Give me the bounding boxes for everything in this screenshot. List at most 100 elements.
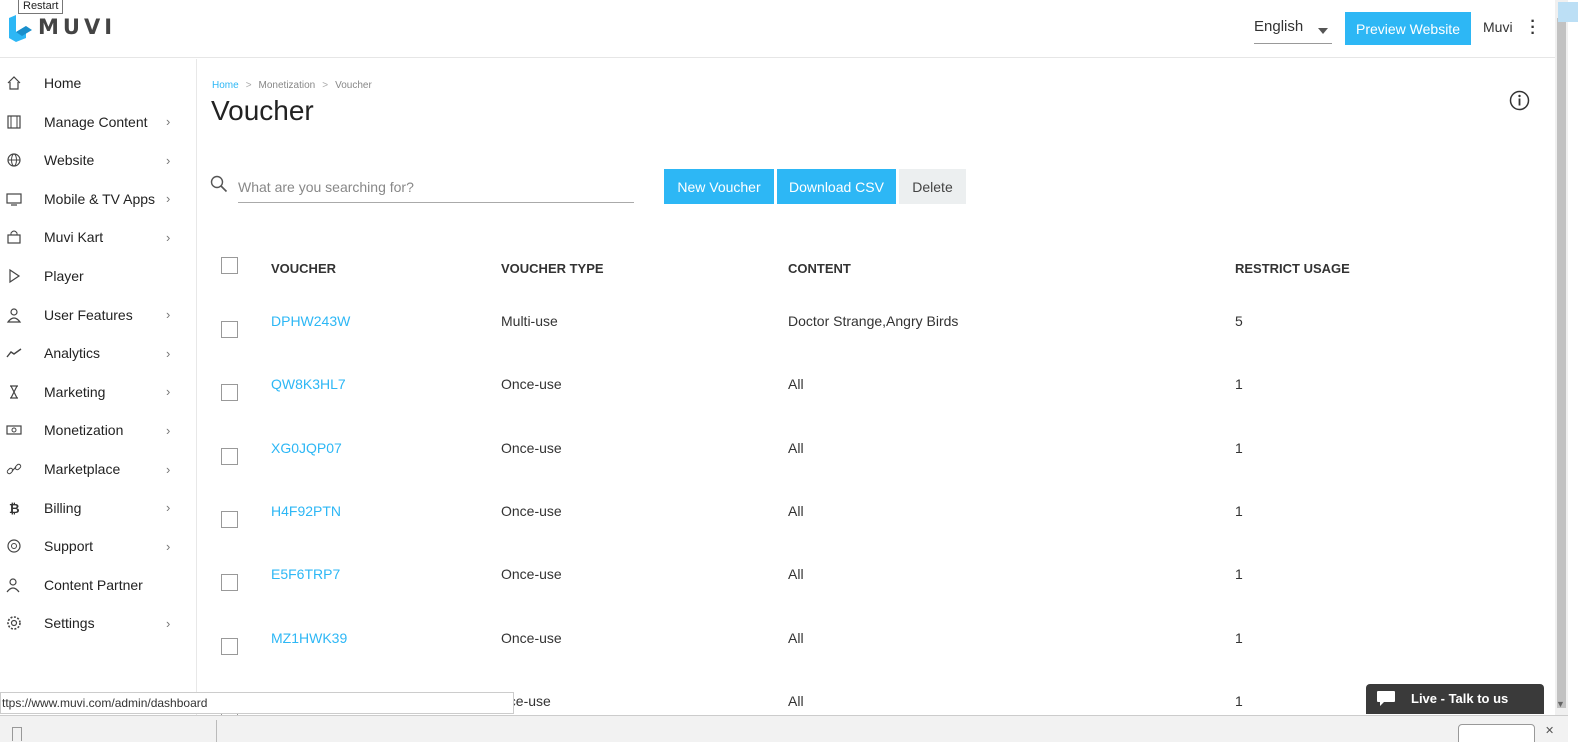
sidebar-item-monetization[interactable]: Monetization › xyxy=(0,411,196,449)
sidebar-item-marketplace[interactable]: Marketplace › xyxy=(0,450,196,488)
sidebar-item-label: Home xyxy=(44,75,82,91)
monitor-icon xyxy=(6,191,22,207)
voucher-code-link[interactable]: DPHW243W xyxy=(271,313,350,329)
sidebar-item-label: Player xyxy=(44,268,84,284)
row-checkbox[interactable] xyxy=(221,574,238,592)
sidebar-item-label: User Features xyxy=(44,306,133,323)
live-chat-label: Live - Talk to us xyxy=(1411,691,1509,706)
chevron-right-icon: › xyxy=(166,307,171,323)
partner-icon xyxy=(6,577,22,593)
bitcoin-icon: ₿ xyxy=(6,500,22,516)
voucher-type-cell: Multi-use xyxy=(501,313,558,329)
user-name[interactable]: Muvi xyxy=(1483,19,1513,35)
column-header-voucher[interactable]: VOUCHER xyxy=(271,261,336,276)
language-value: English xyxy=(1254,18,1304,35)
search-input[interactable] xyxy=(238,172,634,203)
add-widget-icon[interactable] xyxy=(1558,2,1578,22)
sidebar-item-label: Manage Content xyxy=(44,113,148,130)
muvi-logo[interactable]: MUVI xyxy=(6,12,116,42)
voucher-code-link[interactable]: MZ1HWK39 xyxy=(271,630,347,646)
sidebar-item-billing[interactable]: ₿ Billing › xyxy=(0,489,196,527)
voucher-code-link[interactable]: XG0JQP07 xyxy=(271,440,342,456)
sidebar-item-label: Analytics xyxy=(44,345,101,362)
status-url: ttps://www.muvi.com/admin/dashboard xyxy=(0,692,514,714)
divider xyxy=(216,720,217,742)
sidebar-item-label: Billing xyxy=(44,499,82,516)
sidebar-item-label: Content Partner xyxy=(44,576,143,593)
hourglass-icon xyxy=(6,384,22,400)
chevron-right-icon: › xyxy=(166,229,171,245)
sidebar-item-user-features[interactable]: User Features › xyxy=(0,296,196,334)
chat-bubble-icon xyxy=(1377,691,1395,706)
document-icon[interactable] xyxy=(12,727,22,741)
row-checkbox[interactable] xyxy=(221,447,238,465)
show-all-button[interactable] xyxy=(1458,724,1535,742)
chevron-right-icon: › xyxy=(166,191,171,207)
sidebar-item-label: Monetization xyxy=(44,422,124,439)
row-checkbox[interactable] xyxy=(221,637,238,655)
info-icon[interactable] xyxy=(1509,90,1530,111)
sidebar-item-content-partner[interactable]: Content Partner xyxy=(0,566,196,604)
delete-button[interactable]: Delete xyxy=(899,169,966,204)
sidebar-item-label: Website xyxy=(44,152,95,169)
voucher-type-cell: Once-use xyxy=(501,629,562,646)
new-voucher-button[interactable]: New Voucher xyxy=(664,169,774,204)
restrict-usage-cell: 1 xyxy=(1235,376,1243,393)
sidebar-item-muvi-kart[interactable]: Muvi Kart › xyxy=(0,218,196,256)
banknote-icon xyxy=(6,422,22,438)
language-select[interactable]: English xyxy=(1254,18,1332,44)
home-icon xyxy=(6,75,22,91)
film-icon xyxy=(6,114,22,130)
sidebar-item-settings[interactable]: Settings › xyxy=(0,604,196,642)
sidebar-item-mobile-tv-apps[interactable]: Mobile & TV Apps › xyxy=(0,180,196,218)
column-header-voucher-type[interactable]: VOUCHER TYPE xyxy=(501,261,604,276)
restrict-usage-cell: 1 xyxy=(1235,692,1243,709)
sidebar-item-website[interactable]: Website › xyxy=(0,141,196,179)
preview-website-button[interactable]: Preview Website xyxy=(1345,12,1471,45)
sidebar-item-label: Marketplace xyxy=(44,461,121,477)
column-header-restrict-usage[interactable]: RESTRICT USAGE xyxy=(1235,261,1350,276)
kebab-menu-icon[interactable]: · · · xyxy=(1529,14,1537,42)
voucher-type-cell: Once-use xyxy=(501,502,562,519)
voucher-code-link[interactable]: QW8K3HL7 xyxy=(271,376,346,392)
content-cell: Doctor Strange,Angry Birds xyxy=(788,313,959,329)
voucher-code-link[interactable]: H4F92PTN xyxy=(271,503,341,519)
sidebar-item-home[interactable]: Home xyxy=(0,64,196,102)
scroll-down-arrow-icon[interactable]: ▼ xyxy=(1556,699,1565,709)
gear-icon xyxy=(6,615,22,631)
chevron-right-icon: › xyxy=(166,384,171,400)
row-checkbox[interactable] xyxy=(221,510,238,528)
restrict-usage-cell: 1 xyxy=(1235,566,1243,583)
vertical-scrollbar[interactable] xyxy=(1555,0,1568,716)
scrollbar-thumb[interactable] xyxy=(1557,18,1566,708)
breadcrumb-home[interactable]: Home xyxy=(212,80,239,91)
content-cell: All xyxy=(788,566,804,583)
sidebar-item-label: Settings xyxy=(44,615,95,632)
close-icon[interactable]: ✕ xyxy=(1545,724,1554,737)
top-header: MUVI Restart English Preview Website Muv… xyxy=(0,0,1568,58)
shopping-bag-icon xyxy=(6,229,22,245)
download-csv-button[interactable]: Download CSV xyxy=(777,169,896,204)
voucher-type-cell: Once-use xyxy=(501,439,562,456)
sidebar-item-analytics[interactable]: Analytics › xyxy=(0,334,196,372)
live-chat-widget[interactable]: Live - Talk to us xyxy=(1366,684,1544,714)
select-all-checkbox[interactable] xyxy=(221,257,238,274)
sidebar-item-player[interactable]: Player xyxy=(0,257,196,295)
column-header-content[interactable]: CONTENT xyxy=(788,261,851,276)
restrict-usage-cell: 1 xyxy=(1235,439,1243,456)
row-checkbox[interactable] xyxy=(221,321,238,338)
sidebar-item-marketing[interactable]: Marketing › xyxy=(0,373,196,411)
voucher-type-cell: Once-use xyxy=(501,376,562,393)
breadcrumb-separator: > xyxy=(322,80,329,91)
breadcrumb-separator: > xyxy=(245,80,252,91)
sidebar-item-label: Support xyxy=(44,538,94,555)
row-checkbox[interactable] xyxy=(221,384,238,402)
breadcrumb: Home > Monetization > Voucher xyxy=(212,80,372,91)
sidebar-item-manage-content[interactable]: Manage Content › xyxy=(0,103,196,141)
sidebar: Home Manage Content › Website › Mobile & TV A… xyxy=(0,59,197,716)
play-icon xyxy=(6,268,22,284)
sidebar-item-label: Marketing xyxy=(44,383,106,400)
breadcrumb-monetization[interactable]: Monetization xyxy=(259,80,316,91)
voucher-code-link[interactable]: E5F6TRP7 xyxy=(271,566,340,582)
sidebar-item-support[interactable]: Support › xyxy=(0,527,196,565)
